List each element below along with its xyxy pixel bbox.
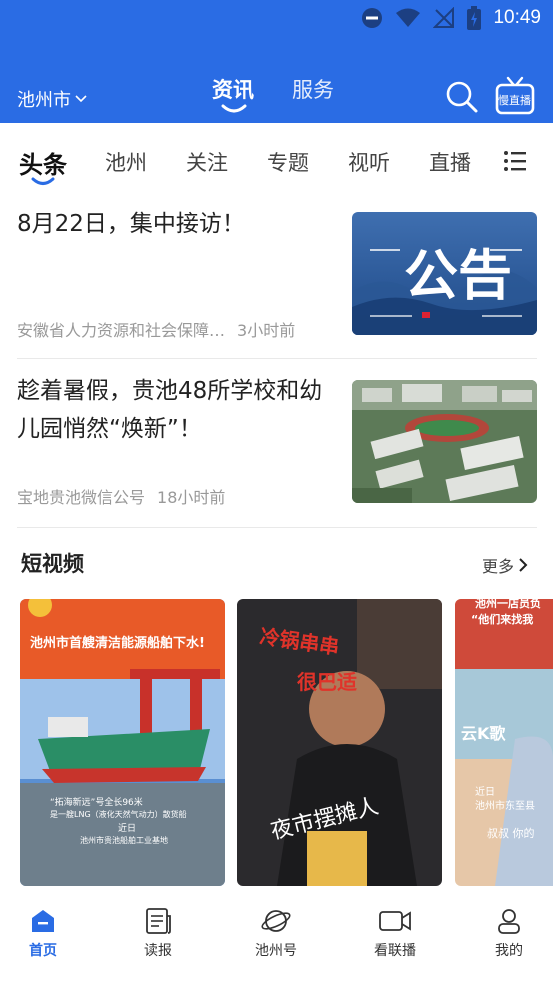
more-label: 更多	[482, 557, 515, 576]
thumb-text: 公告	[404, 243, 512, 307]
video-caption: 池州市东至县	[475, 799, 535, 812]
ship-launch-thumbnail: 池州市首艘清洁能源船舶下水! “拓海新远”号全长96米 是一艘LNG（液化天然气…	[20, 599, 225, 886]
store-interview-thumbnail: 池州一店员负 “他们来找我 云K歌 近日 池州市东至县 叔叔 你的	[455, 599, 553, 886]
status-icons: 10:49	[361, 6, 541, 30]
video-card[interactable]: 池州一店员负 “他们来找我 云K歌 近日 池州市东至县 叔叔 你的	[455, 599, 553, 886]
channel-topics[interactable]: 专题	[267, 147, 309, 177]
video-headline: 池州市首艘清洁能源船舶下水!	[30, 635, 205, 651]
channel-follow[interactable]: 关注	[186, 147, 228, 177]
video-camera-icon	[379, 911, 411, 931]
user-icon	[498, 909, 520, 934]
video-caption: 近日	[118, 822, 136, 834]
status-time: 10:49	[493, 7, 541, 28]
channel-media[interactable]: 视听	[348, 147, 390, 177]
news-thumbnail: 公告	[352, 212, 537, 335]
short-video-title: 短视频	[21, 552, 84, 576]
divider	[17, 527, 537, 528]
chevron-right-icon	[519, 558, 528, 572]
header-nav: 池州市 资讯 服务 慢直播	[0, 70, 553, 120]
home-icon	[32, 910, 54, 932]
channel-headline[interactable]: 头条	[19, 145, 67, 180]
bottom-tab-bar: 首页 读报 池州号 看联播 我的	[0, 896, 553, 983]
tab-profile[interactable]: 我的	[464, 906, 553, 960]
short-video-more-link[interactable]: 更多	[482, 553, 528, 577]
divider	[17, 358, 537, 359]
video-headline: 池州一店员负	[475, 599, 541, 610]
news-item[interactable]: 趁着暑假，贵池48所学校和幼儿园悄然“焕新”！ 宝地贵池微信公号 18小时前	[17, 372, 537, 522]
battery-charging-icon	[467, 6, 482, 30]
tab-chizhou-hao[interactable]: 池州号	[231, 906, 321, 960]
tab-newspaper-label: 读报	[144, 943, 172, 959]
tab-watch-broadcast[interactable]: 看联播	[350, 906, 440, 960]
video-card[interactable]: 冷锅串串 很巴适 夜市摆摊人	[237, 599, 442, 886]
tab-home[interactable]: 首页	[0, 906, 88, 960]
school-aerial-image	[352, 380, 537, 503]
channel-menu-icon[interactable]	[503, 150, 527, 172]
video-caption: 近日	[475, 785, 495, 798]
slow-live-label: 慢直播	[498, 94, 531, 107]
news-title: 8月22日，集中接访！	[17, 211, 245, 237]
news-item[interactable]: 8月22日，集中接访！ 安徽省人力资源和社会保障… 3小时前 公告	[17, 205, 537, 345]
newspaper-icon	[146, 908, 171, 934]
channel-chizhou[interactable]: 池州	[105, 147, 147, 177]
tab-home-label: 首页	[29, 943, 57, 959]
video-caption: 是一艘LNG（液化天然气动力）散货船	[50, 809, 187, 819]
news-thumbnail	[352, 380, 537, 503]
news-source: 安徽省人力资源和社会保障…	[17, 321, 226, 340]
video-subhead: “他们来找我	[471, 612, 533, 626]
city-label: 池州市	[17, 90, 71, 111]
video-caption: 叔叔 你的	[487, 826, 535, 840]
city-selector[interactable]: 池州市	[17, 86, 88, 112]
tab-newspaper[interactable]: 读报	[113, 906, 203, 960]
planet-icon	[261, 910, 291, 932]
news-meta: 宝地贵池微信公号 18小时前	[17, 484, 225, 508]
video-caption: “拓海新远”号全长96米	[50, 796, 143, 808]
search-icon[interactable]	[445, 80, 479, 114]
tab-news[interactable]: 资讯	[212, 74, 254, 113]
slow-live-button[interactable]: 慢直播	[494, 76, 536, 116]
news-time: 3小时前	[237, 321, 296, 340]
video-caption: 池州市贵池船舶工业基地	[80, 835, 168, 845]
active-channel-indicator	[31, 177, 55, 185]
chevron-down-icon	[75, 95, 87, 103]
top-tabs: 资讯 服务	[212, 74, 334, 113]
tab-profile-label: 我的	[495, 943, 523, 959]
video-card[interactable]: 池州市首艘清洁能源船舶下水! “拓海新远”号全长96米 是一艘LNG（液化天然气…	[20, 599, 225, 886]
active-tab-indicator	[221, 104, 247, 113]
tab-chizhou-hao-label: 池州号	[255, 943, 297, 959]
top-header: 10:49 池州市 资讯 服务 慢直播	[0, 0, 553, 123]
do-not-disturb-icon	[362, 8, 383, 28]
video-sign: 云K歌	[461, 724, 506, 743]
news-time: 18小时前	[157, 488, 226, 507]
night-market-thumbnail: 冷锅串串 很巴适 夜市摆摊人	[237, 599, 442, 886]
tab-watch-broadcast-label: 看联播	[374, 943, 416, 959]
tab-services[interactable]: 服务	[292, 74, 334, 104]
channel-live[interactable]: 直播	[429, 147, 471, 177]
tab-services-label: 服务	[292, 78, 334, 102]
news-meta: 安徽省人力资源和社会保障… 3小时前	[17, 317, 295, 341]
no-signal-icon	[433, 7, 455, 28]
channel-bar: 头条 池州 关注 专题 视听 直播	[0, 123, 553, 195]
tab-news-label: 资讯	[212, 78, 254, 102]
wifi-icon	[396, 8, 421, 27]
announcement-image: 公告	[352, 212, 537, 335]
status-bar: 10:49	[0, 0, 553, 38]
news-source: 宝地贵池微信公号	[17, 488, 146, 507]
video-text: 很巴适	[297, 670, 357, 694]
news-title: 趁着暑假，贵池48所学校和幼儿园悄然“焕新”！	[17, 378, 323, 442]
